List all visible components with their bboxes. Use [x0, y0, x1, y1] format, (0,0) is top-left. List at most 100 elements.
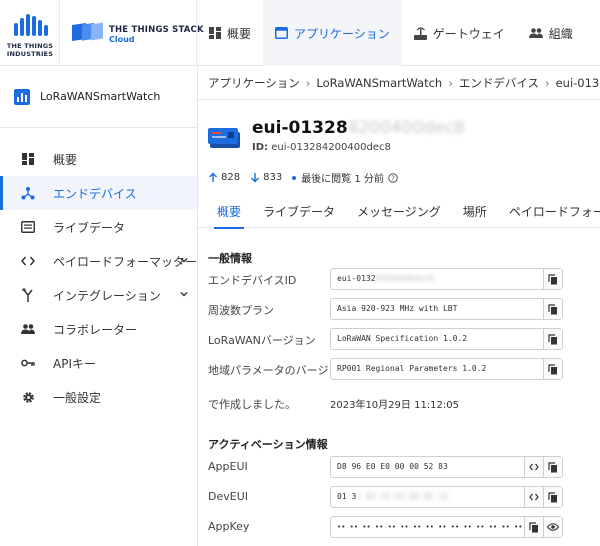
copy-button[interactable]	[543, 457, 562, 477]
tts-title: THE THINGS STACK	[109, 25, 204, 35]
regional-params-field: RP001 Regional Parameters 1.0.2	[330, 358, 563, 380]
lorawan-version-label: LoRaWANバージョン	[208, 334, 316, 347]
frequency-plan-row: 周波数プラン Asia 920-923 MHz with LBT	[208, 298, 600, 322]
sidebar: LoRaWANSmartWatch 概要 エンドデバイス ライブデータ ペイロー…	[0, 66, 198, 546]
show-secret-button[interactable]	[543, 517, 562, 537]
copy-button[interactable]	[543, 329, 562, 349]
appkey-field: •• •• •• •• •• •• •• •• •• •• •• •• •• •…	[330, 516, 563, 538]
sidebar-item-integrations[interactable]: インテグレーション	[0, 278, 197, 312]
sidebar-item-payload-formatters[interactable]: ペイロードフォーマッター	[0, 244, 197, 278]
top-header: THE THINGS INDUSTRIES THE THINGS STACK C…	[0, 0, 600, 66]
tab-payload-formatters[interactable]: ペイロードフォーマッター	[498, 194, 600, 228]
activation-info-title: アクティベーション情報	[208, 438, 328, 451]
topnav-applications[interactable]: アプリケーション	[263, 0, 402, 66]
copy-button[interactable]	[543, 487, 562, 507]
tts-logo[interactable]: THE THINGS STACK Cloud	[60, 0, 204, 66]
topnav-overview[interactable]: 概要	[197, 0, 263, 66]
device-stats: 828 833 最後に閲覧 1 分前 ?	[208, 170, 408, 185]
chevron-down-icon[interactable]	[179, 289, 189, 299]
created-at-label: で作成しました。	[208, 398, 296, 411]
breadcrumb-app[interactable]: LoRaWANSmartWatch	[316, 76, 442, 90]
copy-icon	[548, 333, 557, 344]
downlink-value: 833	[263, 172, 283, 183]
chevron-down-icon[interactable]	[179, 255, 189, 265]
sidebar-item-general-settings[interactable]: 一般設定	[0, 380, 197, 414]
appkey-row: AppKey •• •• •• •• •• •• •• •• •• •• •• …	[208, 516, 600, 540]
dashboard-icon	[19, 153, 37, 165]
sidebar-item-live-data[interactable]: ライブデータ	[0, 210, 197, 244]
breadcrumb-applications[interactable]: アプリケーション	[208, 75, 300, 91]
breadcrumb-separator-icon: ›	[544, 75, 550, 90]
topnav-organizations[interactable]: 組織	[517, 0, 585, 66]
uplink-count: 828	[208, 172, 240, 183]
sidebar-item-label: ペイロードフォーマッター	[53, 254, 198, 269]
topnav-gateways[interactable]: ゲートウェイ	[402, 0, 517, 66]
merge-icon	[19, 288, 37, 302]
frequency-plan-value: Asia 920-923 MHz with LBT	[337, 304, 458, 313]
device-id-value: eui-013284200400dec8	[271, 142, 391, 153]
router-icon	[413, 26, 427, 40]
arrow-down-icon	[251, 173, 260, 183]
eye-icon	[547, 523, 559, 531]
copy-icon	[529, 521, 538, 532]
sidebar-app-name: LoRaWANSmartWatch	[40, 90, 161, 103]
sidebar-item-label: エンドデバイス	[53, 186, 137, 201]
frequency-plan-label: 周波数プラン	[208, 304, 274, 317]
device-id-label: ID:	[252, 142, 269, 153]
app-bar-chart-icon	[14, 88, 30, 105]
topnav-gateways-label: ゲートウェイ	[432, 26, 505, 41]
tab-messaging[interactable]: メッセージング	[346, 194, 452, 228]
regional-params-row: 地域パラメータのバージョン RP001 Regional Parameters …	[208, 358, 600, 382]
sidebar-item-label: インテグレーション	[53, 288, 161, 303]
code-icon	[529, 493, 539, 501]
copy-button[interactable]	[543, 299, 562, 319]
sidebar-item-label: 概要	[53, 152, 78, 167]
end-device-id-label: エンドデバイスID	[208, 274, 297, 287]
arrow-up-icon	[209, 172, 217, 182]
breadcrumb-end-devices[interactable]: エンドデバイス	[459, 75, 539, 91]
downlink-count: 833	[250, 172, 282, 183]
sidebar-item-label: APIキー	[53, 356, 96, 371]
breadcrumb-device: eui-013284200400dec8	[555, 75, 600, 90]
device-title-obscured: 4200400dec8	[347, 118, 465, 138]
sidebar-item-api-keys[interactable]: APIキー	[0, 346, 197, 380]
sidebar-item-label: コラボレーター	[53, 322, 138, 337]
copy-button[interactable]	[543, 359, 562, 379]
end-device-id-value: eui-013284200400dec8	[337, 274, 434, 283]
copy-icon	[548, 363, 557, 374]
tab-overview[interactable]: 概要	[206, 194, 252, 229]
lorawan-version-row: LoRaWANバージョン LoRaWAN Specification 1.0.2	[208, 328, 600, 352]
topnav-overview-label: 概要	[227, 26, 252, 41]
help-icon[interactable]: ?	[388, 172, 398, 183]
copy-button[interactable]	[543, 269, 562, 289]
last-seen: 最後に閲覧 1 分前 ?	[292, 170, 398, 185]
device-hub-icon	[19, 186, 37, 200]
tab-live-data[interactable]: ライブデータ	[252, 194, 346, 228]
gear-icon	[19, 391, 37, 404]
breadcrumb: アプリケーション › LoRaWANSmartWatch › エンドデバイス ›…	[198, 66, 600, 100]
general-info-title: 一般情報	[208, 252, 252, 265]
copy-icon	[548, 491, 557, 502]
code-icon	[529, 463, 539, 471]
sidebar-app-header[interactable]: LoRaWANSmartWatch	[0, 66, 197, 128]
toggle-format-button[interactable]	[524, 457, 543, 477]
copy-icon	[548, 303, 557, 314]
device-title-visible: eui-01328	[252, 118, 348, 138]
sidebar-item-end-devices[interactable]: エンドデバイス	[0, 176, 197, 210]
appeui-field: D8 96 E0 E0 00 00 52 83	[330, 456, 563, 478]
end-device-id-row: エンドデバイスID eui-013284200400dec8	[208, 268, 600, 292]
main-content: アプリケーション › LoRaWANSmartWatch › エンドデバイス ›…	[198, 66, 600, 546]
tts-logo-mark-icon	[72, 22, 103, 41]
sidebar-item-label: ライブデータ	[53, 220, 126, 235]
regional-params-value: RP001 Regional Parameters 1.0.2	[337, 364, 487, 373]
tti-logo[interactable]: THE THINGS INDUSTRIES	[0, 0, 60, 66]
copy-button[interactable]	[524, 517, 543, 537]
web-window-icon	[275, 27, 289, 39]
sidebar-item-collaborators[interactable]: コラボレーター	[0, 312, 197, 346]
lorawan-version-value: LoRaWAN Specification 1.0.2	[337, 334, 468, 343]
group-icon	[19, 324, 37, 334]
copy-icon	[548, 461, 557, 472]
sidebar-item-overview[interactable]: 概要	[0, 142, 197, 176]
tab-location[interactable]: 場所	[452, 194, 498, 228]
toggle-format-button[interactable]	[524, 487, 543, 507]
